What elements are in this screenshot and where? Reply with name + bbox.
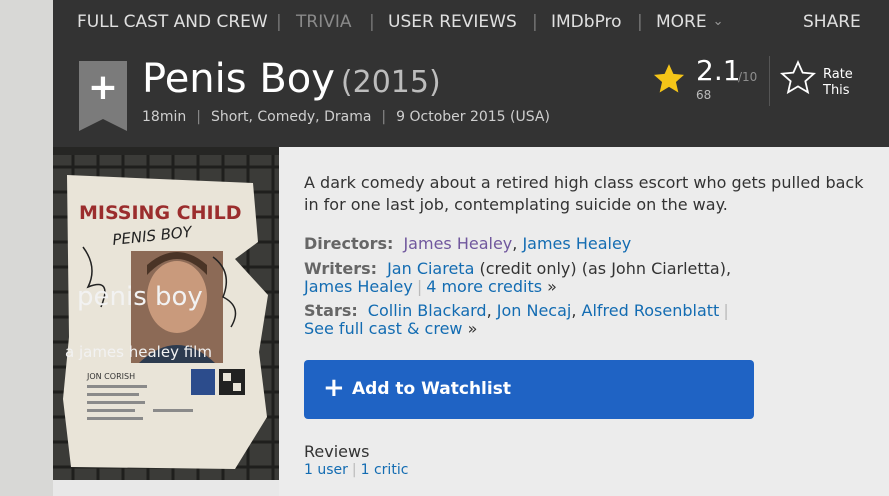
rate-label-1: Rate xyxy=(823,67,853,82)
comma: , xyxy=(571,301,582,320)
credits-see-all: See full cast & crew » xyxy=(304,318,477,340)
more-credits-link[interactable]: 4 more credits xyxy=(426,277,542,296)
watchlist-ribbon[interactable]: + xyxy=(79,61,127,131)
user-reviews-link[interactable]: 1 user xyxy=(304,462,348,478)
directors-label: Directors: xyxy=(304,234,394,253)
writer-link[interactable]: James Healey xyxy=(304,277,413,296)
poster-image[interactable]: MISSING CHILD PENIS BOY penis boy a jame… xyxy=(53,147,279,480)
nav-separator: | xyxy=(637,12,643,32)
arrow-icon: » xyxy=(467,319,478,338)
comma: , xyxy=(486,301,497,320)
genres[interactable]: Short, Comedy, Drama xyxy=(211,109,371,125)
poster-missing-child: MISSING CHILD xyxy=(79,202,241,224)
title-page: FULL CAST AND CREW | TRIVIA | USER REVIE… xyxy=(53,0,889,496)
star-link[interactable]: Alfred Rosenblatt xyxy=(582,301,720,320)
comma: , xyxy=(512,234,523,253)
nav-more-label: MORE xyxy=(656,12,707,32)
rating-divider xyxy=(769,56,770,106)
chevron-down-icon: ⌄ xyxy=(712,14,724,29)
runtime: 18min xyxy=(142,109,187,125)
title-bar: + Penis Boy (2015) 18min | Short, Comedy, D… xyxy=(53,44,889,147)
watchlist-label: Add to Watchlist xyxy=(352,379,511,399)
nav-user-reviews[interactable]: USER REVIEWS xyxy=(388,12,517,32)
director-link[interactable]: James Healey xyxy=(403,234,512,253)
credits-directors: Directors: James Healey, James Healey xyxy=(304,233,631,255)
reviews-heading: Reviews xyxy=(304,442,370,461)
meta-separator: | xyxy=(196,109,201,125)
poster-card-name: JON CORISH xyxy=(86,372,135,381)
pipe-separator: | xyxy=(723,301,729,320)
critic-reviews-link[interactable]: 1 critic xyxy=(361,462,409,478)
nav-separator: | xyxy=(532,12,538,32)
nav-trivia[interactable]: TRIVIA xyxy=(296,12,351,32)
title-year[interactable]: (2015) xyxy=(341,65,441,100)
share-button[interactable]: SHARE xyxy=(803,12,861,32)
title-meta: 18min | Short, Comedy, Drama | 9 October 201… xyxy=(142,109,550,125)
plus-icon: + xyxy=(87,67,119,108)
nav-full-cast[interactable]: FULL CAST AND CREW xyxy=(77,12,268,32)
nav-more[interactable]: MORE ⌄ xyxy=(656,12,724,32)
release-date[interactable]: 9 October 2015 (USA) xyxy=(396,109,550,125)
left-gutter xyxy=(0,0,53,496)
rating-max: /10 xyxy=(738,70,758,84)
director-link[interactable]: James Healey xyxy=(522,234,631,253)
rating-value: 2.1 xyxy=(696,54,741,87)
rate-this-button[interactable]: Rate This xyxy=(823,67,853,99)
rate-label-2: This xyxy=(823,83,850,98)
poster-artwork: MISSING CHILD PENIS BOY penis boy a jame… xyxy=(53,147,279,480)
poster-credit: a james healey film xyxy=(65,343,212,361)
page-title: Penis Boy (2015) xyxy=(142,56,441,102)
rating-count[interactable]: 68 xyxy=(696,88,711,102)
plus-icon: + xyxy=(323,373,345,403)
arrow-icon: » xyxy=(547,277,557,296)
title-overview: A dark comedy about a retired high class… xyxy=(279,147,889,496)
reviews-links: 1 user | 1 critic xyxy=(304,462,408,478)
add-to-watchlist-button[interactable]: + Add to Watchlist xyxy=(304,360,754,419)
see-full-cast-link[interactable]: See full cast & crew xyxy=(304,319,463,338)
pipe-separator: | xyxy=(416,277,423,296)
star-outline-icon[interactable] xyxy=(780,60,816,96)
nav-imdbpro[interactable]: IMDbPro xyxy=(551,12,622,32)
nav-separator: | xyxy=(369,12,375,32)
pipe-separator: | xyxy=(351,462,357,478)
title-name: Penis Boy xyxy=(142,56,335,102)
star-link[interactable]: Jon Necaj xyxy=(497,301,572,320)
nav-separator: | xyxy=(276,12,282,32)
credits-writers-cont: James Healey | 4 more credits » xyxy=(304,276,557,298)
meta-separator: | xyxy=(381,109,387,125)
plot-summary: A dark comedy about a retired high class… xyxy=(304,173,864,214)
star-icon xyxy=(653,64,685,93)
poster-title: penis boy xyxy=(77,282,203,312)
top-nav: FULL CAST AND CREW | TRIVIA | USER REVIE… xyxy=(53,0,889,44)
